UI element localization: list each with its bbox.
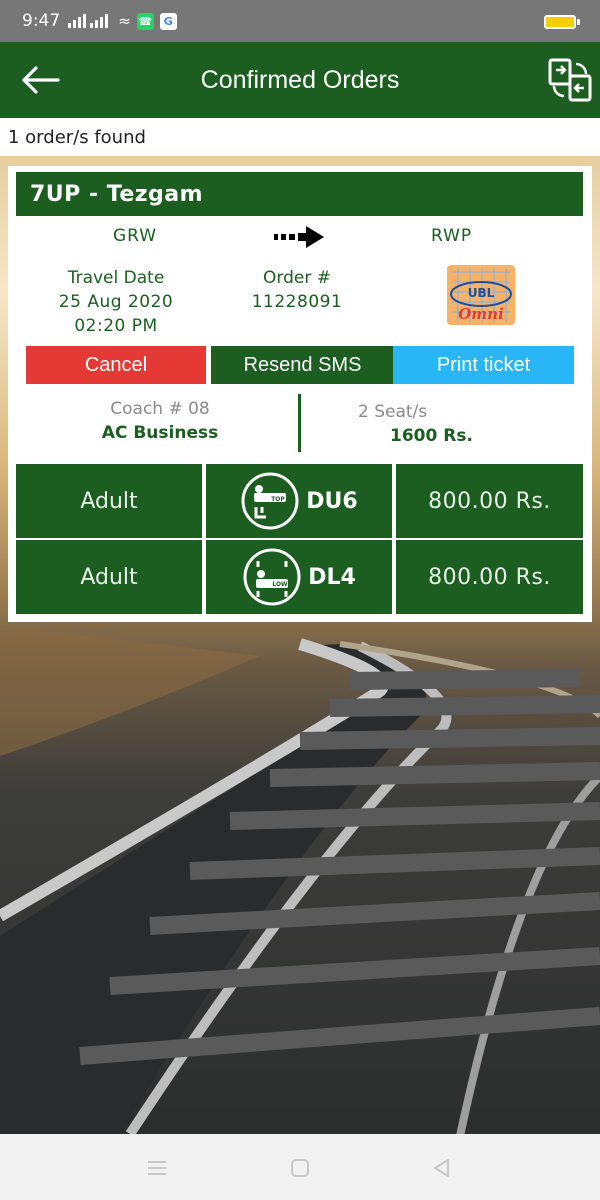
- from-station: GRW: [113, 226, 158, 246]
- travel-time: 02:20 PM: [74, 316, 158, 336]
- wifi-icon: ≈: [118, 12, 131, 30]
- seat-count: 2 Seat/s: [358, 402, 428, 422]
- svg-text:UBL: UBL: [468, 286, 495, 300]
- resend-sms-button[interactable]: Resend SMS: [211, 346, 394, 384]
- seat-number: DL4: [308, 564, 356, 590]
- back-button[interactable]: [18, 60, 62, 100]
- print-ticket-button[interactable]: Print ticket: [393, 346, 574, 384]
- back-icon[interactable]: [430, 1156, 454, 1180]
- order-number: 11228091: [251, 292, 343, 312]
- seat-price: 800.00 Rs.: [396, 464, 583, 538]
- swap-orders-icon: [548, 58, 592, 102]
- divider: [298, 394, 301, 452]
- seat-table: Adult TOP DU6 800.00 Rs. Adult LOW DL4 8…: [16, 464, 583, 616]
- passenger-type: Adult: [16, 464, 202, 538]
- status-time: 9:47: [22, 11, 61, 31]
- seat-number: DU6: [306, 488, 358, 514]
- signal-icon: [68, 14, 87, 28]
- seat-cell: TOP DU6: [206, 464, 392, 538]
- train-name: 7UP - Tezgam: [16, 172, 583, 216]
- home-icon[interactable]: [288, 1156, 312, 1180]
- signal-icon: [90, 14, 109, 28]
- seat-cell: LOW DL4: [206, 540, 392, 614]
- svg-text:TOP: TOP: [271, 496, 285, 503]
- order-number-label: Order #: [263, 268, 331, 288]
- orders-count: 1 order/s found: [0, 118, 600, 156]
- arrow-left-icon: [22, 66, 60, 94]
- cancel-button[interactable]: Cancel: [26, 346, 206, 384]
- lower-berth-icon: LOW: [243, 548, 301, 606]
- travel-date-label: Travel Date: [67, 268, 165, 288]
- status-bar: 9:47 ≈ ☎ G: [0, 0, 600, 42]
- upper-berth-icon: TOP: [241, 472, 299, 530]
- battery-icon: [544, 15, 580, 29]
- menu-icon[interactable]: [145, 1156, 169, 1180]
- svg-text:Omni: Omni: [458, 305, 504, 323]
- order-card[interactable]: 7UP - Tezgam GRW RWP Travel Date 25 Aug …: [8, 166, 592, 622]
- google-icon: G: [159, 12, 177, 30]
- page-title: Confirmed Orders: [200, 65, 400, 94]
- app-bar: Confirmed Orders: [0, 42, 600, 118]
- dashed-arrow-right-icon: [274, 226, 324, 248]
- ubl-omni-logo: UBL Omni: [447, 265, 515, 325]
- swap-orders-button[interactable]: [546, 56, 594, 104]
- passenger-type: Adult: [16, 540, 202, 614]
- travel-date: 25 Aug 2020: [58, 292, 174, 312]
- total-fare: 1600 Rs.: [390, 426, 473, 446]
- to-station: RWP: [431, 226, 473, 246]
- coach-number: Coach # 08: [110, 399, 210, 419]
- navigation-bar: [0, 1134, 600, 1200]
- whatsapp-icon: ☎: [136, 12, 154, 30]
- seat-price: 800.00 Rs.: [396, 540, 583, 614]
- svg-text:LOW: LOW: [273, 581, 289, 588]
- coach-class: AC Business: [101, 423, 219, 443]
